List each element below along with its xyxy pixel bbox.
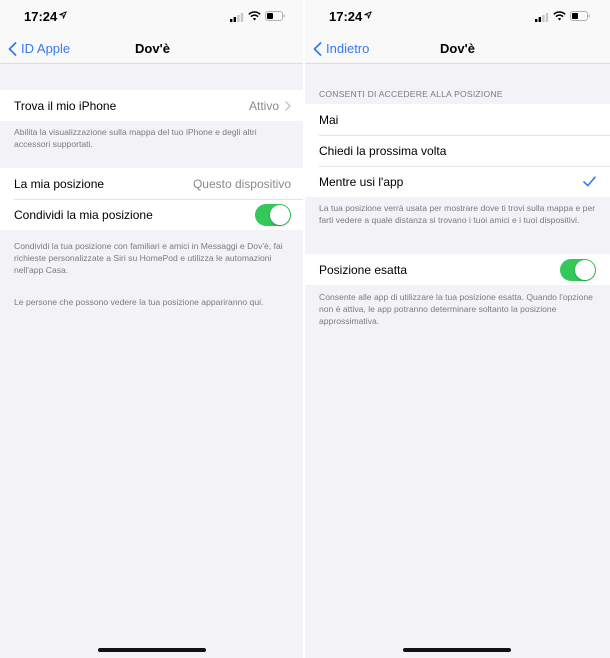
wifi-icon [553, 11, 566, 21]
option-label: Chiedi la prossima volta [319, 143, 447, 158]
chevron-right-icon [285, 100, 291, 111]
battery-icon [265, 11, 285, 21]
precise-location-toggle[interactable] [560, 258, 596, 281]
battery-icon [570, 11, 590, 21]
precise-location-row: Posizione esatta [305, 254, 610, 285]
status-time: 17:24 [24, 9, 58, 24]
my-location-row[interactable]: La mia posizione Questo dispositivo [0, 168, 305, 199]
my-location-value: Questo dispositivo [192, 176, 291, 191]
share-location-row: Condividi la mia posizione [0, 199, 305, 230]
location-arrow-icon [364, 11, 372, 19]
toggle-knob [575, 259, 595, 280]
find-my-note: Abilita la visualizzazione sulla mappa d… [14, 127, 257, 149]
toggle-knob [270, 204, 290, 225]
status-bar: 17:24 [305, 0, 610, 34]
page-title: Dov'è [135, 41, 170, 56]
find-my-group: Trova il mio iPhone Attivo [0, 90, 305, 121]
location-arrow-icon [59, 11, 67, 19]
find-my-iphone-row[interactable]: Trova il mio iPhone Attivo [0, 90, 305, 121]
options-note: La tua posizione verrà usata per mostrar… [319, 203, 596, 225]
cellular-signal-icon [535, 13, 549, 22]
status-bar: 17:24 [0, 0, 305, 34]
precise-location-note: Consente alle app di utilizzare la tua p… [319, 292, 593, 326]
checkmark-icon [583, 176, 596, 187]
option-row-never[interactable]: Mai [305, 104, 610, 135]
share-location-label: Condividi la mia posizione [14, 207, 153, 222]
cellular-signal-icon [230, 13, 244, 22]
option-label: Mentre usi l'app [319, 174, 404, 189]
nav-bar: Indietro Dov'è [305, 34, 610, 64]
home-indicator[interactable] [403, 648, 511, 652]
my-location-label: La mia posizione [14, 176, 105, 191]
find-my-iphone-label: Trova il mio iPhone [14, 98, 117, 113]
share-location-note: Condividi la tua posizione con familiari… [14, 241, 283, 275]
section-header: CONSENTI DI ACCEDERE ALLA POSIZIONE [319, 89, 503, 99]
precise-location-group: Posizione esatta [305, 254, 610, 285]
option-row-ask-next-time[interactable]: Chiedi la prossima volta [305, 135, 610, 166]
nav-bar: ID Apple Dov'è [0, 34, 305, 64]
wifi-icon [248, 11, 261, 21]
access-options-group: Mai Chiedi la prossima volta Mentre usi … [305, 104, 610, 197]
share-location-toggle[interactable] [255, 203, 291, 226]
status-time: 17:24 [329, 9, 363, 24]
find-my-iphone-value: Attivo [248, 98, 279, 113]
people-note: Le persone che possono vedere la tua pos… [14, 297, 264, 307]
option-label: Mai [319, 112, 339, 127]
right-screen: 17:24 Indietro Dov'è CONSENTI DI ACCEDER… [305, 0, 610, 658]
option-row-while-using[interactable]: Mentre usi l'app [305, 166, 610, 197]
precise-location-label: Posizione esatta [319, 262, 408, 277]
page-title: Dov'è [440, 41, 475, 56]
home-indicator[interactable] [98, 648, 206, 652]
location-group: La mia posizione Questo dispositivo Cond… [0, 168, 305, 230]
left-screen: 17:24 ID Apple Dov'è Trova il mio iPhone… [0, 0, 305, 658]
